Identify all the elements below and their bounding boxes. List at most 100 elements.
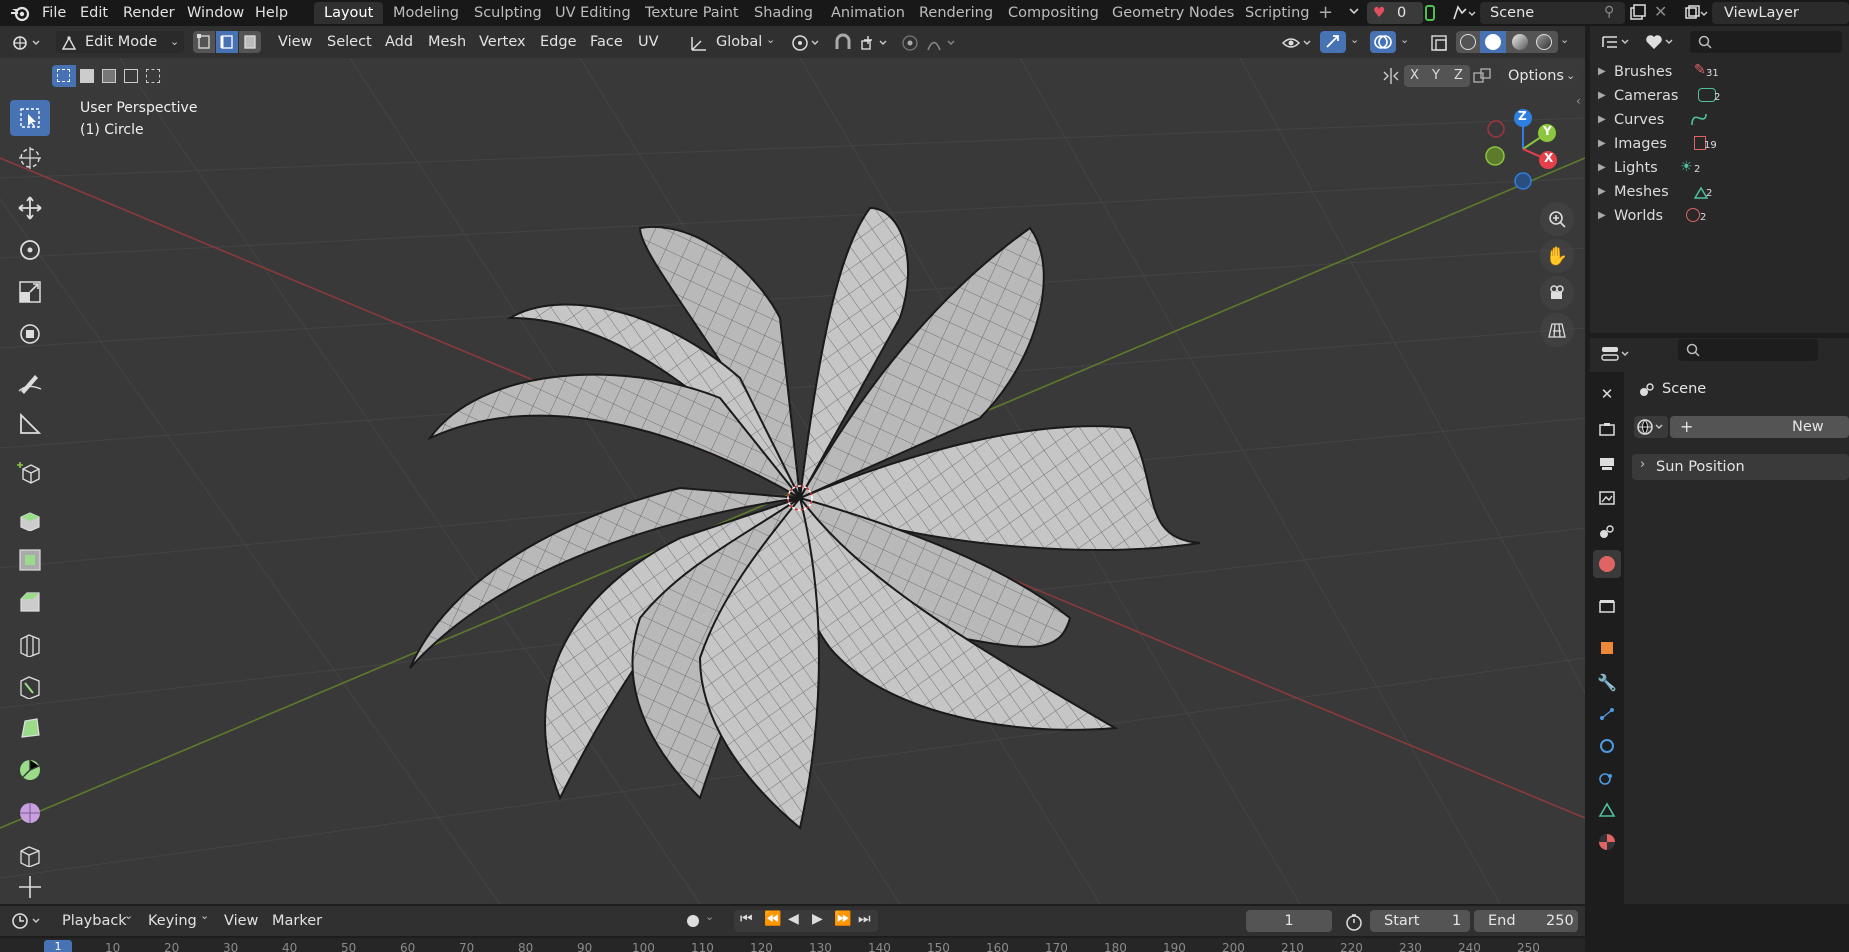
pin-scene-icon[interactable]: ⚲ (1604, 4, 1614, 20)
workspace-tab-compositing[interactable]: Compositing (1008, 2, 1099, 24)
proportional-editing-icon[interactable] (900, 33, 920, 53)
mirror-x-toggle[interactable]: X (1410, 65, 1419, 87)
vertex-select-button[interactable] (193, 31, 215, 53)
data-tab-icon[interactable] (1593, 796, 1621, 824)
zoom-view-button[interactable] (1540, 202, 1574, 236)
pan-view-button[interactable]: ✋ (1540, 239, 1574, 273)
menu-face[interactable]: Face (590, 31, 623, 53)
menu-vertex[interactable]: Vertex (479, 31, 526, 53)
gizmo-toggle-button[interactable] (1320, 31, 1346, 53)
wireframe-shading-icon[interactable] (1460, 34, 1476, 50)
object-tab-icon[interactable] (1593, 634, 1621, 662)
workspace-tab-animation[interactable]: Animation (831, 2, 905, 24)
workspace-tab-scripting[interactable]: Scripting (1245, 2, 1309, 24)
xray-toggle-icon[interactable] (1428, 32, 1450, 54)
expand-arrow-icon[interactable]: ▶ (1598, 108, 1606, 132)
menu-window[interactable]: Window (187, 3, 244, 23)
outliner-item-brushes[interactable]: ▶ Brushes ✎ 31 (1590, 60, 1849, 84)
stopwatch-icon[interactable] (1344, 912, 1364, 932)
workspace-tab-modeling[interactable]: Modeling (393, 2, 459, 24)
tool-tab-icon[interactable]: ✕ (1593, 380, 1621, 408)
physics-tab-icon[interactable] (1593, 732, 1621, 760)
expand-arrow-icon[interactable]: ▶ (1598, 84, 1606, 108)
scene-selector-icon[interactable] (1450, 3, 1476, 23)
transform-tool[interactable] (10, 316, 50, 352)
3d-viewport[interactable]: User Perspective (1) Circle X Y Z Option… (0, 58, 1585, 904)
blender-logo-icon[interactable] (10, 3, 32, 23)
menu-render[interactable]: Render (123, 3, 175, 23)
menu-marker[interactable]: Marker (272, 909, 322, 933)
new-scene-icon[interactable] (1628, 3, 1648, 23)
add-cube-tool[interactable] (10, 454, 50, 490)
view-layer-tab-icon[interactable] (1593, 484, 1621, 512)
overlays-toggle-button[interactable] (1370, 31, 1396, 53)
workspace-tab-sculpting[interactable]: Sculpting (474, 2, 542, 24)
transform-orientation-dropdown[interactable]: Global (716, 31, 762, 53)
workspace-tab-texture-paint[interactable]: Texture Paint (645, 2, 739, 24)
editor-type-icon[interactable] (10, 32, 46, 54)
cursor-tool[interactable] (10, 140, 50, 176)
flower-mesh[interactable] (0, 58, 1585, 904)
select-extend-icon[interactable] (80, 69, 94, 83)
menu-keying[interactable]: Keying (148, 909, 197, 933)
view-layer-selector-icon[interactable] (1683, 3, 1709, 23)
workspace-dropdown-icon[interactable] (1343, 2, 1365, 24)
rendered-shading-icon[interactable] (1536, 34, 1552, 50)
select-subtract-icon[interactable] (102, 69, 116, 83)
expand-arrow-icon[interactable]: ▶ (1598, 132, 1606, 156)
play-reverse-icon[interactable]: ◀ (788, 911, 799, 927)
sidebar-collapse-arrow[interactable]: ‹ (1576, 94, 1581, 108)
measure-tool[interactable] (10, 406, 50, 442)
visibility-selectability-icon[interactable] (1280, 32, 1316, 54)
rotate-tool[interactable] (10, 232, 50, 268)
select-new-icon[interactable] (52, 65, 76, 87)
proportional-falloff-icon[interactable] (926, 33, 962, 53)
outliner-editor-type-icon[interactable] (1600, 32, 1634, 52)
properties-search-input[interactable] (1678, 339, 1818, 361)
chevron-down-icon[interactable]: ⌄ (1350, 33, 1359, 46)
workspace-tab-uv-editing[interactable]: UV Editing (555, 2, 631, 24)
panel-sun-position[interactable]: › Sun Position (1632, 454, 1849, 480)
jump-to-keyframe-forward-icon[interactable]: ⏩ (834, 911, 851, 927)
auto-merge-icon[interactable] (1470, 65, 1494, 87)
start-frame-field[interactable]: Start 1 (1370, 910, 1470, 932)
world-browse-icon[interactable] (1634, 416, 1668, 438)
view-layer-field[interactable]: ViewLayer (1712, 2, 1849, 24)
display-mode-icon[interactable] (1644, 32, 1678, 52)
outliner-item-cameras[interactable]: ▶ Cameras 2 (1590, 84, 1849, 108)
expand-arrow-icon[interactable]: ▶ (1598, 156, 1606, 180)
smooth-tool[interactable] (10, 794, 50, 830)
spin-tool[interactable] (10, 752, 50, 788)
play-icon[interactable]: ▶ (812, 911, 823, 927)
select-intersect-icon[interactable] (146, 69, 160, 83)
outliner-item-images[interactable]: ▶ Images 19 (1590, 132, 1849, 156)
outliner-item-worlds[interactable]: ▶ Worlds 2 (1590, 204, 1849, 228)
menu-select[interactable]: Select (327, 31, 372, 53)
menu-add[interactable]: Add (385, 31, 413, 53)
poly-build-tool[interactable] (10, 710, 50, 746)
scene-tab-icon[interactable] (1593, 518, 1621, 546)
properties-editor-type-icon[interactable] (1600, 344, 1634, 364)
menu-timeline-view[interactable]: View (224, 909, 258, 933)
render-tab-icon[interactable] (1593, 416, 1621, 444)
menu-edit[interactable]: Edit (80, 3, 108, 23)
world-tab-icon[interactable] (1593, 550, 1621, 578)
menu-edge[interactable]: Edge (540, 31, 577, 53)
menu-view[interactable]: View (278, 31, 312, 53)
outliner-item-meshes[interactable]: ▶ Meshes 2 (1590, 180, 1849, 204)
menu-mesh[interactable]: Mesh (428, 31, 466, 53)
toggle-perspective-button[interactable] (1540, 313, 1574, 347)
select-difference-icon[interactable] (124, 69, 138, 83)
menu-playback[interactable]: Playback (62, 909, 127, 933)
add-workspace-button[interactable]: + (1318, 2, 1333, 24)
scale-tool[interactable] (10, 274, 50, 310)
snap-target-icon[interactable] (858, 32, 894, 54)
bevel-tool[interactable] (10, 584, 50, 620)
annotate-tool[interactable] (10, 364, 50, 400)
timeline-editor-type-icon[interactable] (10, 910, 46, 932)
workspace-tab-layout[interactable]: Layout (314, 2, 384, 24)
mode-dropdown[interactable]: Edit Mode ⌄ (56, 31, 184, 53)
snap-icon[interactable] (832, 32, 854, 54)
material-preview-icon[interactable] (1512, 34, 1528, 50)
solid-shading-icon[interactable] (1480, 31, 1506, 53)
